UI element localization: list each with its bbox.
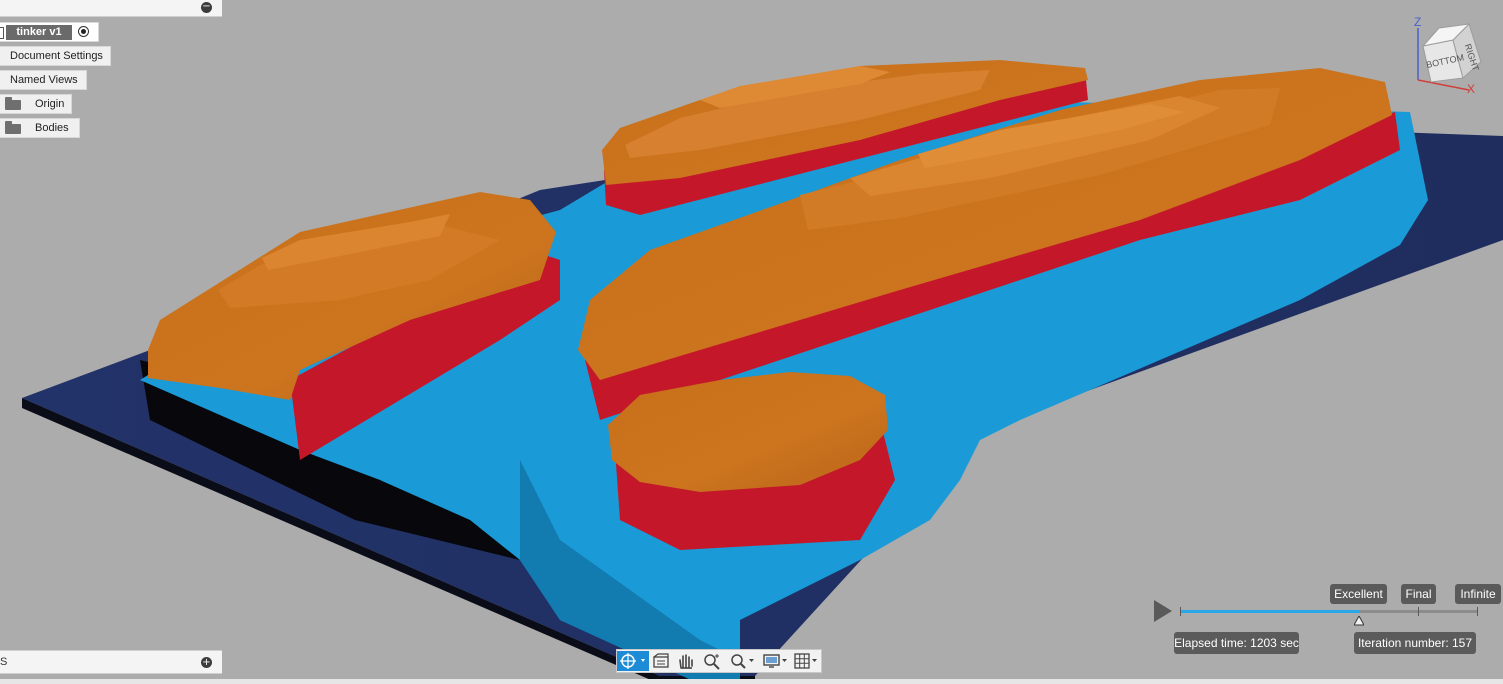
- x-axis-line: [1417, 79, 1470, 91]
- look-at-button[interactable]: [650, 651, 672, 671]
- browser-item-label: Origin: [35, 98, 65, 110]
- play-render-button[interactable]: [1152, 599, 1174, 623]
- fit-zoom-button[interactable]: [727, 651, 757, 671]
- visibility-toggle-icon[interactable]: [0, 27, 4, 39]
- orbit-icon: [620, 653, 645, 669]
- iteration-number-status: Iteration number: 157: [1354, 632, 1476, 654]
- grid-settings-button[interactable]: [793, 651, 821, 671]
- display-settings-button[interactable]: [761, 651, 791, 671]
- add-comment-icon[interactable]: +: [201, 657, 212, 668]
- z-axis-label: Z: [1414, 15, 1421, 29]
- grid-settings-icon: [794, 653, 817, 669]
- progress-tick: [1418, 607, 1419, 616]
- quality-final-button[interactable]: Final: [1401, 584, 1436, 604]
- browser-item-label: Bodies: [35, 122, 69, 134]
- x-axis-label: X: [1467, 82, 1475, 96]
- zoom-button[interactable]: [701, 651, 723, 671]
- elapsed-time-status: Elapsed time: 1203 sec: [1174, 632, 1299, 654]
- pan-icon: [679, 654, 693, 669]
- render-progress-track[interactable]: [1180, 607, 1478, 616]
- browser-root-node[interactable]: tinker v1: [0, 22, 99, 42]
- fit-zoom-icon: [731, 654, 754, 669]
- comments-label: S: [0, 656, 8, 668]
- document-name: tinker v1: [6, 25, 72, 40]
- activate-radio-icon[interactable]: [78, 26, 89, 37]
- 3d-viewport[interactable]: [0, 0, 1503, 684]
- progress-tick: [1180, 607, 1181, 616]
- view-cube[interactable]: Z X BOTTOM RIGHT: [1405, 10, 1497, 100]
- orbit-button[interactable]: [617, 651, 649, 671]
- folder-icon: [5, 121, 21, 134]
- browser-item-label: Named Views: [10, 74, 78, 86]
- pan-button[interactable]: [675, 651, 697, 671]
- navigation-toolbar: [616, 649, 822, 673]
- display-settings-icon: [763, 654, 787, 668]
- zoom-icon: [704, 654, 720, 670]
- triangle-handle-icon: [1354, 616, 1364, 626]
- folder-icon: [5, 97, 21, 110]
- browser-item-document-settings[interactable]: Document Settings: [0, 46, 111, 66]
- bottom-status-strip: [0, 679, 1503, 684]
- quality-excellent-button[interactable]: Excellent: [1330, 584, 1387, 604]
- quality-infinite-button[interactable]: Infinite: [1455, 584, 1501, 604]
- play-icon: [1154, 600, 1172, 622]
- progress-tick: [1477, 607, 1478, 616]
- look-at-icon: [653, 653, 669, 668]
- progress-slider-handle[interactable]: [1354, 616, 1364, 626]
- render-progress-fill: [1180, 610, 1359, 613]
- collapse-browser-icon[interactable]: −: [201, 2, 212, 13]
- browser-item-bodies[interactable]: Bodies: [0, 118, 80, 138]
- browser-header: −: [0, 0, 222, 17]
- browser-item-label: Document Settings: [10, 50, 103, 62]
- comments-panel-bar[interactable]: S +: [0, 650, 222, 674]
- browser-item-origin[interactable]: Origin: [0, 94, 72, 114]
- browser-item-named-views[interactable]: Named Views: [0, 70, 87, 90]
